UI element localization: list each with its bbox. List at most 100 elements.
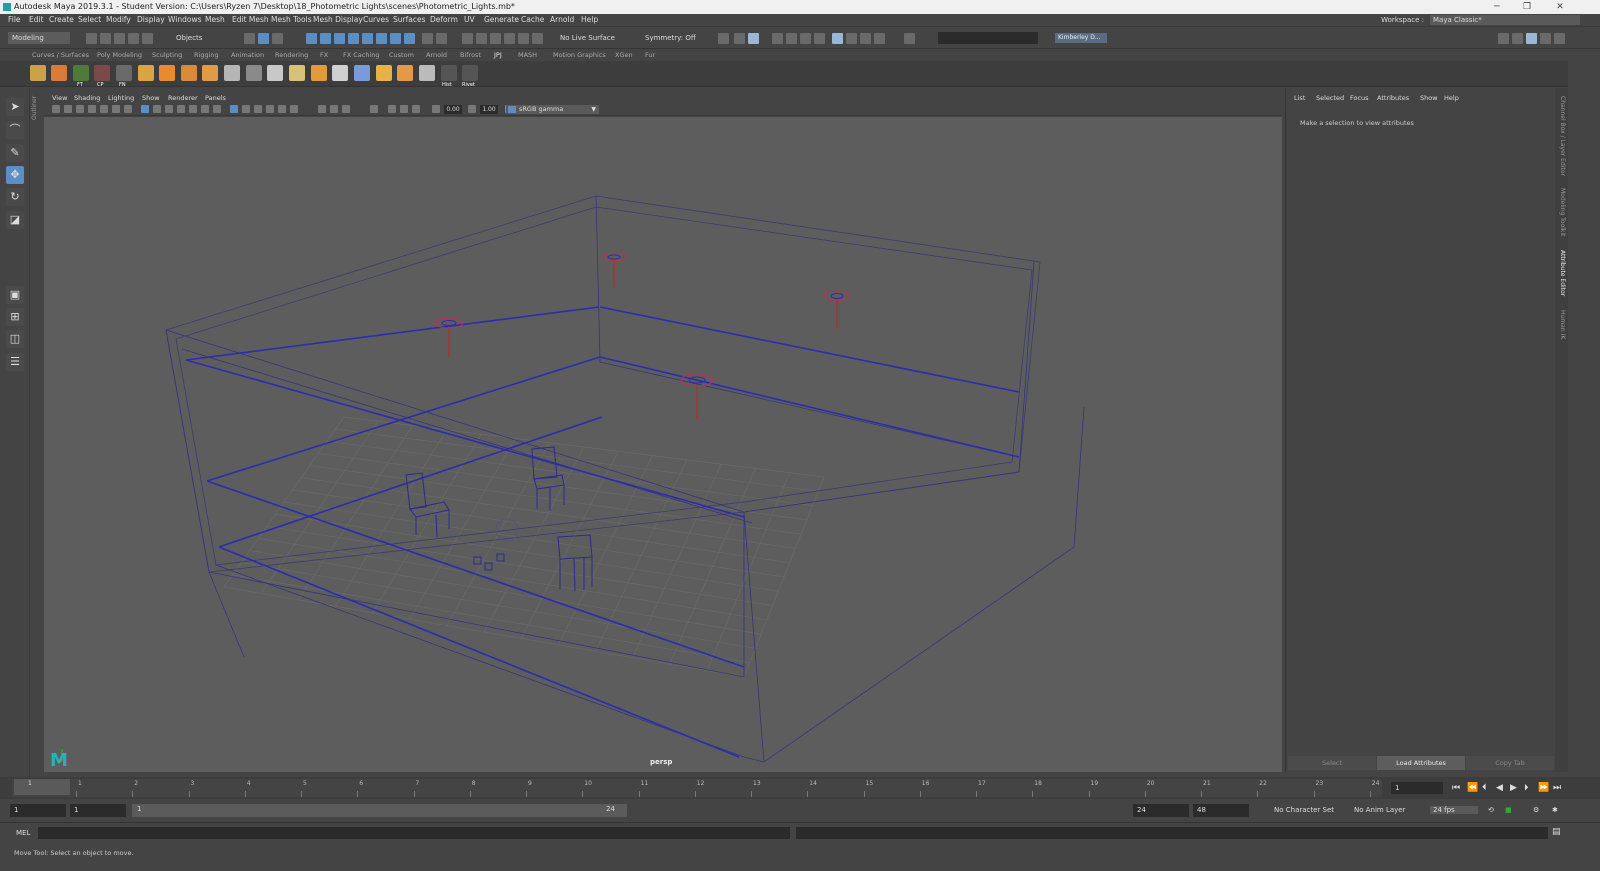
viewport-menu-lighting[interactable]: Lighting — [108, 94, 134, 102]
anim-layer-dropdown[interactable]: No Anim Layer — [1354, 806, 1405, 814]
play-forwards-icon[interactable]: ▶ — [1510, 783, 1517, 793]
arnold-ipr-icon[interactable] — [846, 33, 857, 44]
gate-mask-icon[interactable] — [177, 105, 185, 113]
menu-file[interactable]: File — [8, 15, 21, 24]
rotate-tool-button[interactable]: ↻ — [6, 188, 24, 206]
viewport-menu-panels[interactable]: Panels — [205, 94, 226, 102]
hypershade-icon[interactable] — [814, 33, 825, 44]
select-object-icon[interactable] — [258, 33, 269, 44]
current-time-marker[interactable]: 1 — [14, 779, 70, 795]
minimize-button[interactable]: ─ — [1482, 0, 1512, 14]
redo-icon[interactable] — [142, 33, 153, 44]
menu-modify[interactable]: Modify — [106, 15, 131, 24]
step-forward-key-icon[interactable]: ⏩ — [1538, 783, 1549, 793]
shelf-tool-icon-11[interactable] — [246, 65, 262, 81]
select-mask-deform-icon[interactable] — [362, 33, 373, 44]
toggle-outliner-icon[interactable] — [1554, 33, 1565, 44]
camera-attributes-icon[interactable] — [64, 105, 72, 113]
menu-uv[interactable]: UV — [464, 15, 475, 24]
wireframe-icon[interactable] — [230, 105, 238, 113]
toggle-channel-box-icon[interactable] — [1540, 33, 1551, 44]
step-forward-frame-icon[interactable]: ⏵ — [1524, 783, 1529, 793]
menu-cache[interactable]: Cache — [521, 15, 544, 24]
restore-button[interactable]: ❐ — [1512, 0, 1542, 14]
render-current-frame-icon[interactable] — [748, 33, 759, 44]
playback-start-field[interactable]: 1 — [70, 804, 126, 817]
auto-key-icon[interactable]: ■ — [1505, 806, 1512, 814]
shelf-tool-icon-18[interactable] — [397, 65, 413, 81]
menu-deform[interactable]: Deform — [430, 15, 458, 24]
highlight-selection-icon[interactable] — [436, 33, 447, 44]
shelf-tab-jpj[interactable]: JPJ — [494, 51, 502, 59]
screen-space-ao-icon[interactable] — [318, 105, 326, 113]
human-ik-tab[interactable]: Human IK — [1559, 310, 1566, 339]
snap-point-icon[interactable] — [490, 33, 501, 44]
shelf-tool-icon-17[interactable] — [376, 65, 392, 81]
shelf-tab-rigging[interactable]: Rigging — [194, 51, 219, 59]
step-back-key-icon[interactable]: ⏪ — [1467, 783, 1478, 793]
snap-grid-icon[interactable] — [462, 33, 473, 44]
shelf-tool-icon-13[interactable] — [289, 65, 305, 81]
viewport-menu-view[interactable]: View — [52, 94, 67, 102]
shelf-tab-fx-caching[interactable]: FX Caching — [343, 51, 380, 59]
toggle-tool-settings-icon[interactable] — [1526, 33, 1537, 44]
outliner-persp-button[interactable]: ☰ — [6, 353, 24, 371]
character-set-dropdown[interactable]: No Character Set — [1274, 806, 1334, 814]
fps-dropdown[interactable]: 24 fps — [1430, 806, 1478, 814]
menu-display[interactable]: Display — [137, 15, 165, 24]
camera-select-icon[interactable] — [52, 105, 60, 113]
anti-aliasing-icon[interactable] — [342, 105, 350, 113]
shelf-rivet-icon[interactable]: Rivet — [462, 65, 478, 88]
xray-icon[interactable] — [388, 105, 396, 113]
menu-mesh[interactable]: Mesh — [205, 15, 225, 24]
single-view-button[interactable]: ▣ — [6, 286, 24, 304]
time-slider-track[interactable]: 1 2 3 4 5 6 7 8 9 10 11 12 13 14 15 16 17 18 19 20 21 22 23 24 — [12, 779, 1382, 797]
select-mask-curve-icon[interactable] — [334, 33, 345, 44]
go-to-start-icon[interactable]: ⏮ — [1452, 783, 1460, 793]
shelf-tab-rendering[interactable]: Rendering — [275, 51, 308, 59]
animation-end-field[interactable]: 48 — [1193, 804, 1249, 817]
exposure-icon[interactable] — [432, 105, 440, 113]
smooth-shade-icon[interactable] — [242, 105, 250, 113]
side-by-side-button[interactable]: ◫ — [6, 330, 24, 348]
shelf-cp-icon[interactable]: CP — [94, 65, 110, 88]
xray-components-icon[interactable] — [412, 105, 420, 113]
load-attributes-button[interactable]: Load Attributes — [1377, 756, 1465, 770]
pause-ipr-icon[interactable] — [874, 33, 885, 44]
shelf-ft-icon[interactable]: FT — [73, 65, 89, 88]
select-hierarchy-icon[interactable] — [244, 33, 255, 44]
ae-menu-focus[interactable]: Focus — [1350, 94, 1369, 102]
grid-toggle-icon[interactable] — [124, 105, 132, 113]
exposure-field[interactable]: 0.00 — [444, 105, 462, 114]
script-language-toggle[interactable]: MEL — [16, 829, 30, 837]
construction-history-icon[interactable] — [734, 33, 745, 44]
shelf-tool-icon-19[interactable] — [419, 65, 435, 81]
four-view-button[interactable]: ⊞ — [6, 308, 24, 326]
shelf-tool-icon-10[interactable] — [224, 65, 240, 81]
quick-search-field[interactable] — [938, 32, 1038, 44]
textured-icon[interactable] — [266, 105, 274, 113]
select-button[interactable]: Select — [1288, 756, 1376, 770]
sidebar-toggle-icon[interactable] — [904, 33, 915, 44]
attribute-editor-tab[interactable]: Attribute Editor — [1559, 250, 1566, 296]
wireframe-on-shaded-icon[interactable] — [254, 105, 262, 113]
shelf-tool-icon-14[interactable] — [311, 65, 327, 81]
outliner-collapsed-tab[interactable]: Outliner — [30, 88, 42, 791]
render-settings-icon[interactable] — [800, 33, 811, 44]
shelf-tab-poly-modeling[interactable]: Poly Modeling — [97, 51, 142, 59]
playback-end-field[interactable]: 24 — [1133, 804, 1189, 817]
input-output-icon[interactable] — [718, 33, 729, 44]
shelf-tool-icon-2[interactable] — [51, 65, 67, 81]
gamma-icon[interactable] — [468, 105, 476, 113]
time-slider[interactable]: 1 2 3 4 5 6 7 8 9 10 11 12 13 14 15 16 17 18 19 20 21 22 23 24 … — [0, 777, 1600, 799]
shelf-tab-motion-graphics[interactable]: Motion Graphics — [553, 51, 606, 59]
playback-range-bar[interactable]: 1 24 — [132, 804, 627, 817]
select-component-icon[interactable] — [272, 33, 283, 44]
shelf-tool-icon-9[interactable] — [202, 65, 218, 81]
select-mask-joint-icon[interactable] — [320, 33, 331, 44]
menu-select[interactable]: Select — [78, 15, 101, 24]
copy-tab-button[interactable]: Copy Tab — [1466, 756, 1554, 770]
snap-together-icon[interactable] — [532, 33, 543, 44]
menu-curves[interactable]: Curves — [363, 15, 389, 24]
shelf-hist-icon[interactable]: Hist — [441, 65, 457, 88]
